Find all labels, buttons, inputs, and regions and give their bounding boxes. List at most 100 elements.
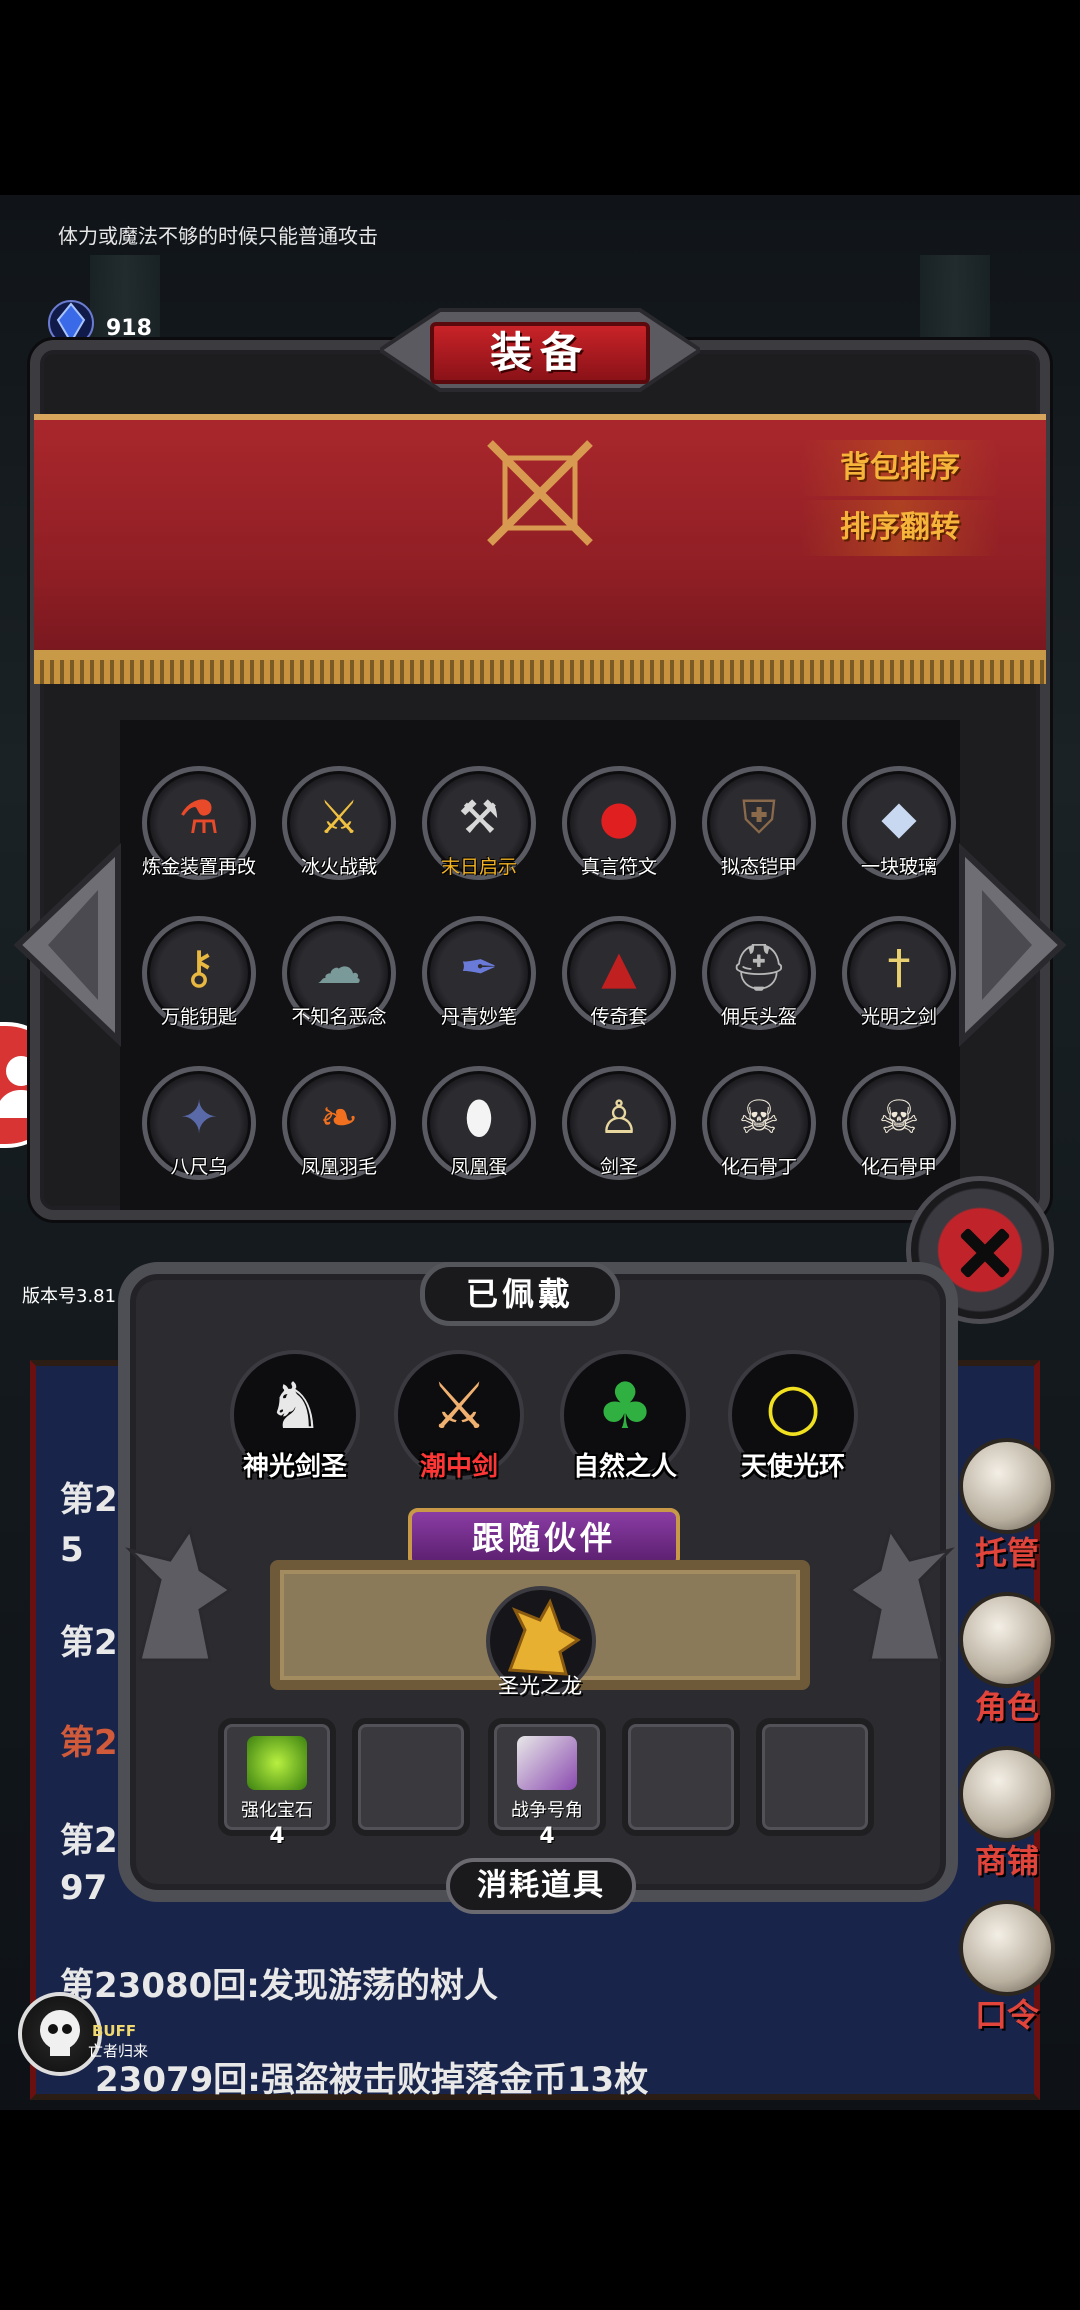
worn-item-name: 天使光环	[740, 1452, 845, 1482]
consumable-name: 战争号角	[511, 1800, 583, 1821]
inventory-item[interactable]: ● 真言符文	[559, 766, 679, 896]
inventory-item[interactable]: ⬮ 凤凰蛋	[419, 1066, 539, 1196]
great-sword-icon: ⚔	[430, 1370, 488, 1444]
nature-figure-icon: ♣	[596, 1370, 654, 1444]
shop-label: 商铺	[974, 1842, 1039, 1880]
shop-button[interactable]: 商铺	[952, 1746, 1062, 1882]
item-name: 凤凰羽毛	[300, 1156, 377, 1178]
halberd-icon: ⚔	[318, 790, 360, 844]
flask-icon: ⚗	[178, 790, 220, 844]
inventory-item[interactable]: ♙ 剑圣	[559, 1066, 679, 1196]
inventory-item[interactable]: ⚔ 冰火战戟	[279, 766, 399, 896]
log-line: 第23080回:发现游荡的树人	[60, 1966, 498, 2006]
war-horn-icon	[517, 1736, 577, 1790]
item-name: 炼金装置再改	[141, 856, 256, 878]
character-button[interactable]: 角色	[952, 1592, 1062, 1728]
worn-item[interactable]: ⚔ 潮中剑	[394, 1350, 524, 1482]
prev-page-arrow-icon[interactable]	[8, 840, 128, 1050]
companion-name: 圣光之龙	[498, 1674, 582, 1698]
item-name: 丹青妙笔	[440, 1006, 517, 1028]
reverse-sort-button[interactable]: 排序翻转	[800, 500, 1000, 556]
sword-icon: †	[887, 940, 911, 994]
egg-icon: ⬮	[464, 1090, 494, 1144]
item-name: 末日启示	[440, 856, 517, 878]
consumable-name: 强化宝石	[241, 1800, 313, 1821]
worn-item-name: 自然之人	[572, 1452, 677, 1482]
item-name: 传奇套	[590, 1006, 648, 1028]
equipment-title: 装备	[489, 328, 590, 377]
inventory-item[interactable]: ☁ 不知名恶念	[279, 916, 399, 1046]
glass-icon: ◆	[881, 790, 917, 844]
book-icon	[959, 1900, 1055, 1996]
skull-icon	[40, 2010, 80, 2056]
inventory-item[interactable]: ☠ 化石骨丁	[699, 1066, 819, 1196]
worn-item-name: 潮中剑	[419, 1452, 498, 1482]
swordsman-icon: ♙	[598, 1090, 640, 1144]
brush-icon: ✒	[459, 940, 499, 994]
helmet-icon: ⛑	[729, 940, 789, 994]
passcode-button[interactable]: 口令	[952, 1900, 1062, 2036]
tip-message: 体力或魔法不够的时候只能普通攻击	[58, 224, 378, 248]
halo-icon: ○	[765, 1370, 821, 1444]
item-name: 拟态铠甲	[720, 856, 797, 878]
green-gem-icon	[247, 1736, 307, 1790]
crow-icon: ✦	[179, 1090, 219, 1144]
consumable-slot[interactable]	[352, 1718, 470, 1836]
feather-icon: ❧	[319, 1090, 359, 1144]
consumable-count: 4	[539, 1824, 555, 1849]
worn-item[interactable]: ♞ 神光剑圣	[230, 1350, 360, 1482]
dice-icon	[959, 1438, 1055, 1534]
buff-name: 亡者归来	[88, 2042, 149, 2060]
skull-buff-icon[interactable]	[18, 1992, 102, 2076]
version-label: 版本号3.81	[22, 1286, 117, 1307]
inventory-item[interactable]: † 光明之剑	[839, 916, 959, 1046]
consumable-slot[interactable]	[622, 1718, 740, 1836]
log-line: 97	[60, 1868, 108, 1908]
item-name: 一块玻璃	[860, 856, 937, 878]
crossed-swords-emblem-icon	[487, 440, 593, 546]
inventory-item[interactable]: ⛑ 佣兵头盔	[699, 916, 819, 1046]
log-line: 23079回:强盗被击败掉落金币13枚	[95, 2060, 649, 2100]
inventory-item[interactable]: ✦ 八尺乌	[139, 1066, 259, 1196]
item-name: 冰火战戟	[300, 856, 377, 878]
inventory-item[interactable]: ⚗ 炼金装置再改	[139, 766, 259, 896]
inventory-item[interactable]: ❧ 凤凰羽毛	[279, 1066, 399, 1196]
item-name: 化石骨丁	[720, 1156, 797, 1178]
bone-armor-icon: ☠	[878, 1090, 920, 1144]
rune-icon: ●	[598, 790, 640, 844]
sort-bag-button[interactable]: 背包排序	[800, 440, 1000, 496]
inventory-item[interactable]: ▲ 传奇套	[559, 916, 679, 1046]
dragon-statue-icon	[125, 1526, 233, 1662]
item-name: 不知名恶念	[291, 1006, 387, 1028]
hooded-figure-icon	[959, 1592, 1055, 1688]
inventory-item[interactable]: ☠ 化石骨甲	[839, 1066, 959, 1196]
log-line: 第2	[60, 1821, 118, 1861]
log-line: 第2	[60, 1480, 118, 1520]
inventory-item[interactable]: ⛨ 拟态铠甲	[699, 766, 819, 896]
item-name: 佣兵头盔	[720, 1006, 797, 1028]
item-name: 凤凰蛋	[450, 1156, 508, 1178]
item-name: 八尺乌	[170, 1156, 228, 1178]
buff-label: BUFF	[92, 2022, 137, 2040]
armor-icon: ⛨	[741, 790, 777, 844]
inventory-item[interactable]: ⚷ 万能钥匙	[139, 916, 259, 1046]
consumable-slot[interactable]	[756, 1718, 874, 1836]
worn-item[interactable]: ○ 天使光环	[728, 1350, 858, 1482]
auto-play-button[interactable]: 托管	[952, 1438, 1062, 1574]
worn-item-name: 神光剑圣	[242, 1452, 347, 1482]
shop-icon	[959, 1746, 1055, 1842]
item-name: 万能钥匙	[160, 1006, 237, 1028]
dragon-statue-icon	[847, 1526, 955, 1662]
gem-count: 918	[106, 316, 152, 341]
inventory-item[interactable]: ⚒ 末日启示	[419, 766, 539, 896]
inventory-item[interactable]: ◆ 一块玻璃	[839, 766, 959, 896]
inventory-item[interactable]: ✒ 丹青妙笔	[419, 916, 539, 1046]
robe-icon: ▲	[601, 940, 637, 994]
ghost-icon: ☁	[316, 940, 362, 994]
next-page-arrow-icon[interactable]	[952, 840, 1072, 1050]
item-name: 化石骨甲	[860, 1156, 937, 1178]
worn-item[interactable]: ♣ 自然之人	[560, 1350, 690, 1482]
passcode-label: 口令	[974, 1996, 1039, 2034]
bone-icon: ☠	[738, 1090, 780, 1144]
consumable-count: 4	[269, 1824, 285, 1849]
